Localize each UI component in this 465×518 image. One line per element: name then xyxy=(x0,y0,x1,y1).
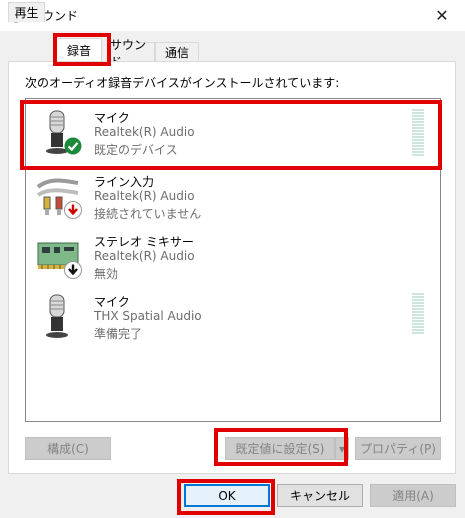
level-meter xyxy=(412,109,424,157)
device-status: 既定のデバイス xyxy=(94,143,178,157)
red-down-arrow-icon xyxy=(64,201,82,219)
close-button[interactable]: ✕ xyxy=(419,0,465,31)
microphone-icon xyxy=(46,294,68,338)
properties-button[interactable]: プロパティ(P) xyxy=(355,437,441,460)
tab-label: 再生 xyxy=(14,6,39,20)
green-check-icon xyxy=(64,137,82,155)
device-item[interactable]: ステレオ ミキサー Realtek(R) Audio 無効 xyxy=(30,227,436,287)
button-label: キャンセル xyxy=(289,489,350,503)
device-driver: Realtek(R) Audio xyxy=(94,249,195,263)
tab-label: 録音 xyxy=(66,43,91,58)
device-status: 無効 xyxy=(94,267,119,281)
ok-button[interactable]: OK xyxy=(184,484,270,507)
cancel-button[interactable]: キャンセル xyxy=(277,484,363,507)
button-label: プロパティ(P) xyxy=(360,442,436,456)
device-driver: Realtek(R) Audio xyxy=(94,125,195,139)
black-down-arrow-icon xyxy=(64,261,82,279)
close-icon: ✕ xyxy=(435,6,449,25)
tab-communications[interactable]: 通信 xyxy=(155,42,199,62)
device-item[interactable]: マイク THX Spatial Audio 準備完了 xyxy=(30,287,436,347)
device-name: マイク xyxy=(94,111,130,125)
tab-recording[interactable]: 録音 xyxy=(56,38,102,61)
button-label: OK xyxy=(218,488,236,503)
set-default-dropdown[interactable]: ▾ xyxy=(335,437,349,460)
title-bar: サウンド ✕ xyxy=(0,0,465,31)
button-label: 適用(A) xyxy=(392,489,434,503)
tab-sounds[interactable]: サウンド xyxy=(109,38,155,69)
device-status: 準備完了 xyxy=(94,327,143,341)
recording-panel: 次のオーディオ録音デバイスがインストールされています: マイク Realtek(… xyxy=(8,61,456,474)
chevron-down-icon: ▾ xyxy=(338,441,346,456)
instruction-text: 次のオーディオ録音デバイスがインストールされています: xyxy=(25,76,340,90)
tab-playback[interactable]: 再生 xyxy=(8,2,45,22)
tab-label: 通信 xyxy=(164,46,189,60)
device-driver: Realtek(R) Audio xyxy=(94,189,195,203)
button-label: 構成(C) xyxy=(47,442,89,456)
device-name: ステレオ ミキサー xyxy=(94,235,194,249)
device-name: ライン入力 xyxy=(94,175,155,189)
configure-button[interactable]: 構成(C) xyxy=(25,437,111,460)
device-list[interactable]: マイク Realtek(R) Audio 既定のデバイス ライン入力 Realt… xyxy=(25,98,441,422)
device-item[interactable]: ライン入力 Realtek(R) Audio 接続されていません xyxy=(30,167,436,227)
device-item[interactable]: マイク Realtek(R) Audio 既定のデバイス xyxy=(30,103,436,163)
device-name: マイク xyxy=(94,295,130,309)
level-meter xyxy=(412,293,424,335)
set-default-button[interactable]: 既定値に設定(S) xyxy=(225,437,335,460)
apply-button[interactable]: 適用(A) xyxy=(370,484,456,507)
device-status: 接続されていません xyxy=(94,207,202,221)
device-driver: THX Spatial Audio xyxy=(94,309,202,323)
button-label: 既定値に設定(S) xyxy=(235,442,325,456)
